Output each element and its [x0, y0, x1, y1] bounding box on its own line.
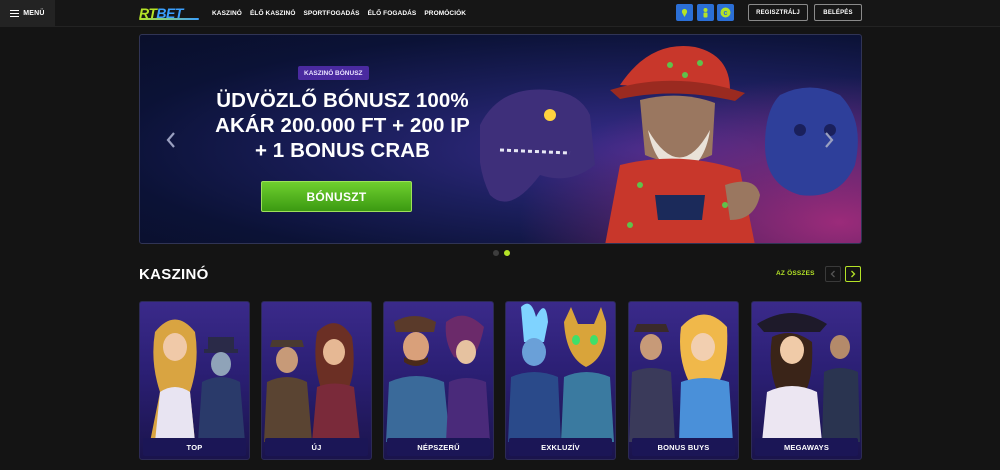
category-label: TOP: [143, 438, 246, 456]
chevron-left-icon[interactable]: [164, 130, 178, 150]
logo-underline: [139, 18, 199, 20]
chevron-right-icon[interactable]: [822, 130, 836, 150]
card-artwork: [386, 315, 490, 442]
category-card-new[interactable]: ÚJ: [261, 301, 372, 460]
nav-item-elo-fogadas[interactable]: ÉLŐ FOGADÁS: [368, 10, 417, 17]
hero-characters-image: [480, 46, 858, 243]
main-nav: KASZINÓ ÉLŐ KASZINÓ SPORTFOGADÁS ÉLŐ FOG…: [212, 0, 466, 27]
category-label: MEGAWAYS: [755, 438, 858, 456]
see-all-link[interactable]: AZ ÖSSZES: [776, 270, 815, 277]
svg-text:c: c: [724, 10, 728, 17]
chevron-left-icon: [830, 270, 835, 278]
card-artwork: [629, 314, 733, 442]
carousel-dot-active[interactable]: [504, 250, 510, 256]
menu-label: MENÜ: [23, 10, 45, 17]
category-card-megaways[interactable]: MEGAWAYS: [751, 301, 862, 460]
menu-button[interactable]: MENÜ: [0, 0, 55, 27]
section-title: KASZINÓ: [139, 266, 209, 283]
top-bar: MENÜ RT BET KASZINÓ ÉLŐ KASZINÓ SPORTFOGA…: [0, 0, 1000, 27]
map-pin-icon[interactable]: [676, 4, 693, 21]
hero-title-line1: ÜDVÖZLŐ BÓNUSZ 100%: [216, 89, 469, 112]
category-label: BONUS BUYS: [632, 438, 735, 456]
category-card-exclusive[interactable]: EXKLUZÍV: [505, 301, 616, 460]
category-card-top[interactable]: TOP: [139, 301, 250, 460]
chevron-right-icon: [851, 270, 856, 278]
card-artwork: [264, 323, 360, 442]
hero-title: ÜDVÖZLŐ BÓNUSZ 100% AKÁR 200.000 FT + 20…: [200, 88, 485, 163]
login-button[interactable]: BELÉPÉS: [814, 4, 862, 21]
hero-title-line3: + 1 BONUS CRAB: [254, 139, 431, 162]
next-page-button[interactable]: [845, 266, 861, 282]
nav-item-kaszino[interactable]: KASZINÓ: [212, 10, 242, 17]
card-artwork: [150, 319, 245, 442]
cash-promo-icon[interactable]: c: [717, 4, 734, 21]
nav-item-sportfogadas[interactable]: SPORTFOGADÁS: [303, 10, 359, 17]
person-icon[interactable]: [697, 4, 714, 21]
category-label: NÉPSZERŰ: [387, 438, 490, 456]
category-card-bonus-buys[interactable]: BONUS BUYS: [628, 301, 739, 460]
category-card-popular[interactable]: NÉPSZERŰ: [383, 301, 494, 460]
hero-title-line2: AKÁR 200.000 FT + 200 IP: [215, 114, 470, 137]
carousel-dot[interactable]: [493, 250, 499, 256]
category-cards: TOP ÚJ NÉPSZERŰ EXKLUZÍV BONUS BUYS MEGA…: [139, 301, 862, 461]
hamburger-icon: [10, 10, 20, 17]
prev-page-button[interactable]: [825, 266, 841, 282]
register-button[interactable]: REGISZTRÁLJ: [748, 4, 808, 21]
carousel-dots: [493, 250, 510, 256]
category-label: ÚJ: [265, 438, 368, 456]
card-artwork: [508, 303, 614, 442]
nav-item-elo-kaszino[interactable]: ÉLŐ KASZINÓ: [250, 10, 296, 17]
nav-item-promociok[interactable]: PROMÓCIÓK: [424, 10, 466, 17]
card-artwork: [757, 313, 860, 442]
hero-banner[interactable]: KASZINÓ BÓNUSZ ÜDVÖZLŐ BÓNUSZ 100% AKÁR …: [139, 34, 862, 244]
bonus-cta-button[interactable]: BÓNUSZT: [261, 181, 412, 212]
category-label: EXKLUZÍV: [509, 438, 612, 456]
hero-tag: KASZINÓ BÓNUSZ: [298, 66, 369, 80]
